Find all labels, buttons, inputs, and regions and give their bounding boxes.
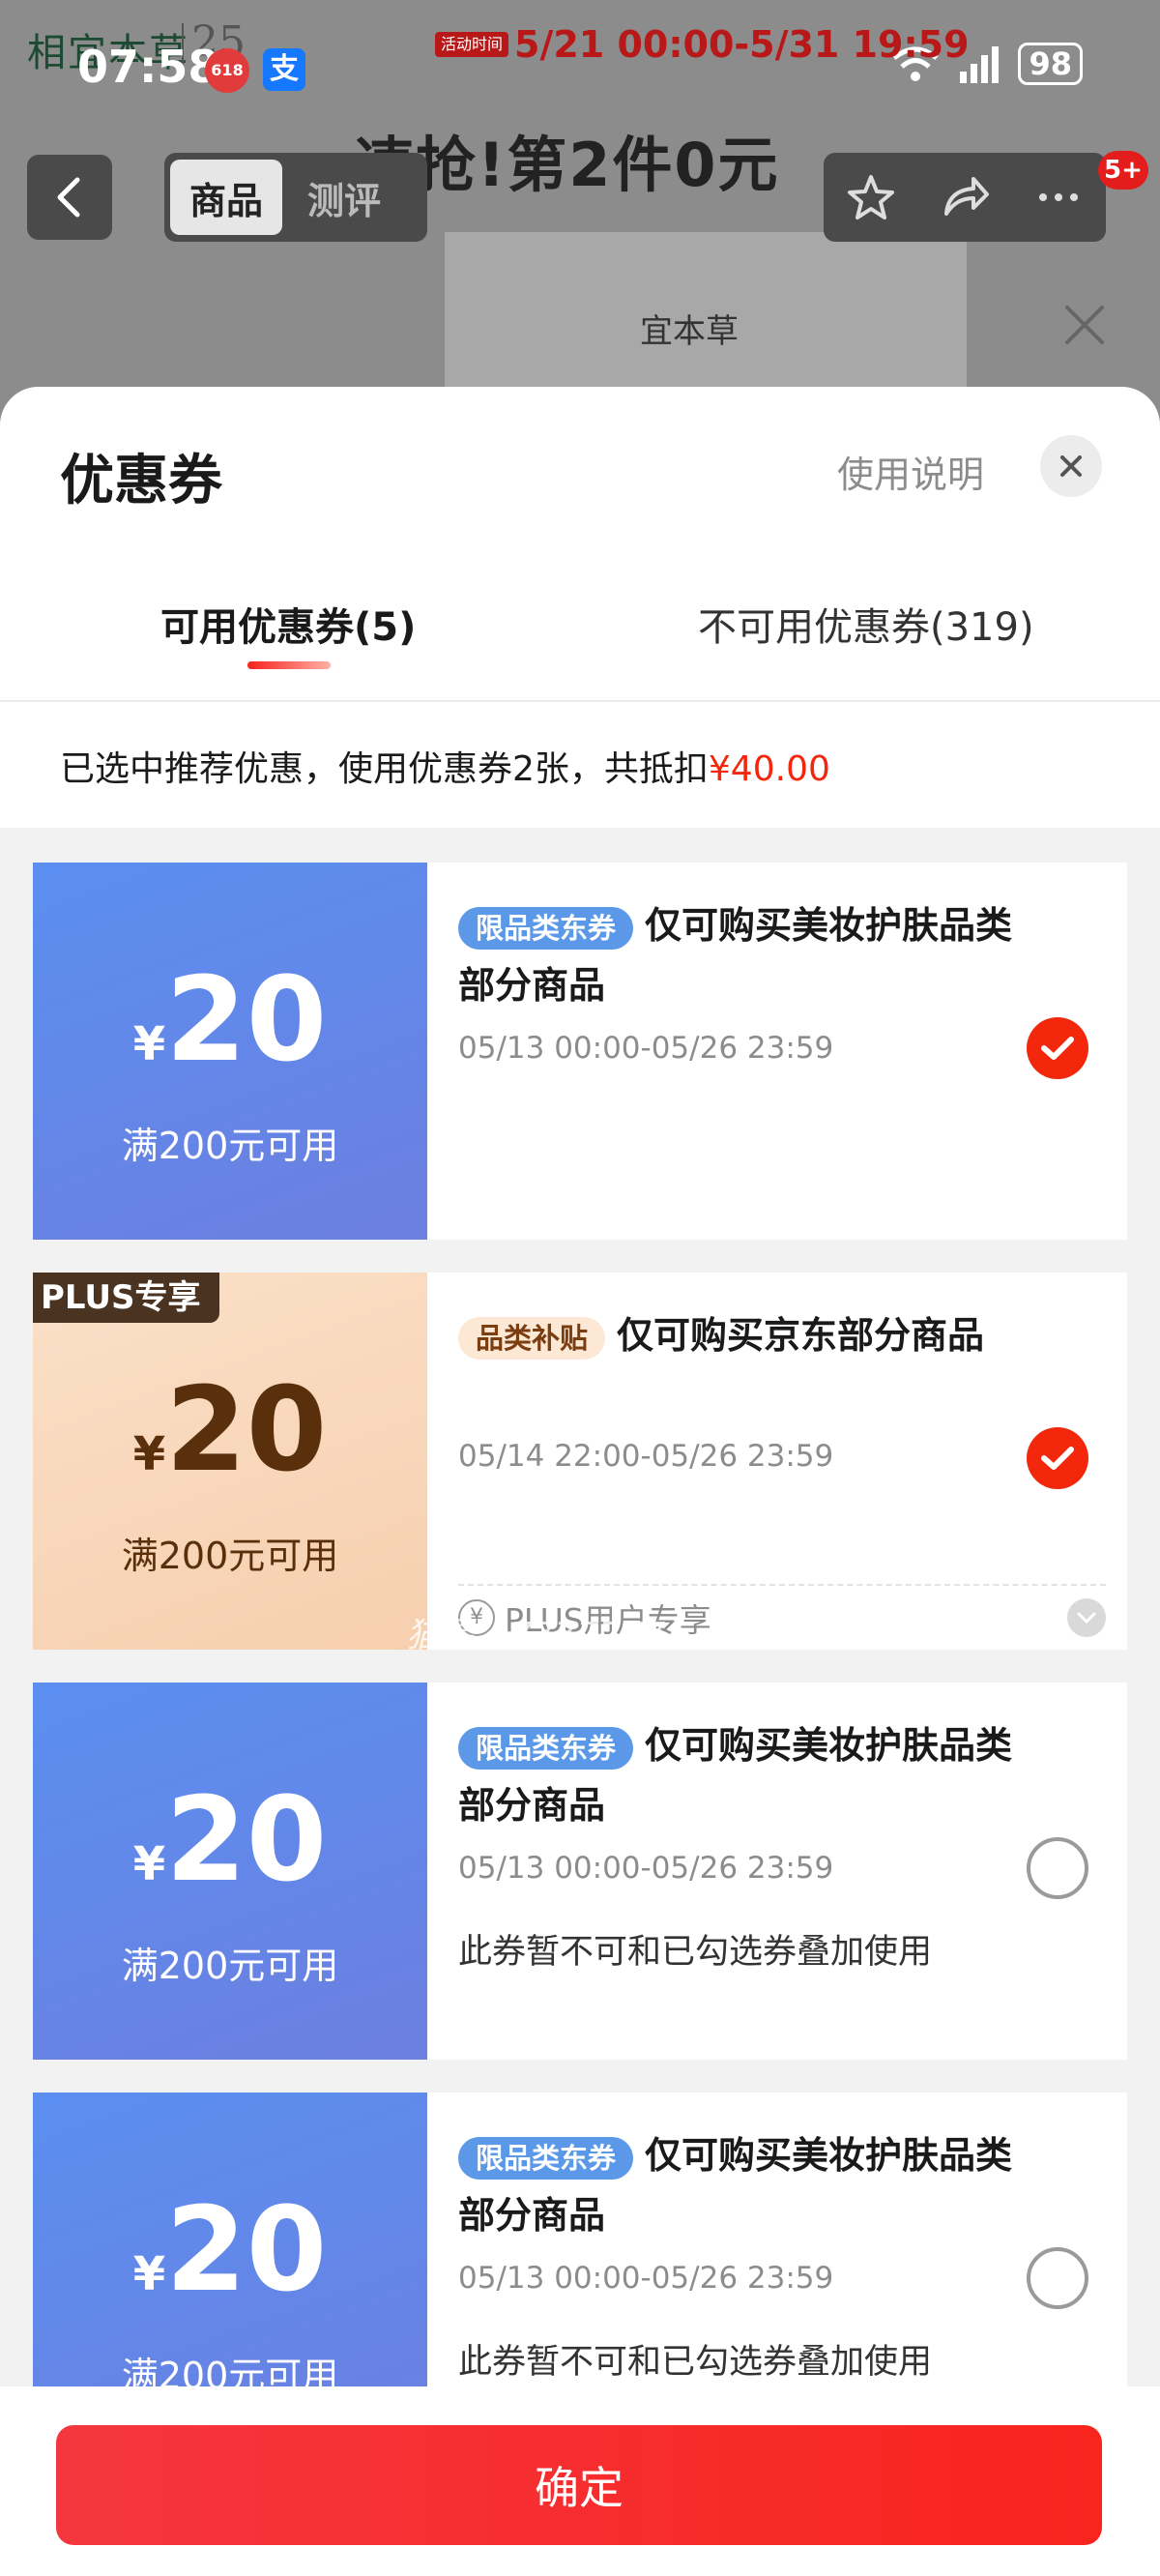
summary-text: 已选中推荐优惠，使用优惠券2张，共抵扣 bbox=[60, 749, 709, 789]
product-logo: 宜本草 bbox=[640, 312, 739, 351]
coupon-checkbox[interactable] bbox=[1027, 1427, 1088, 1489]
background-product-page: 宜本草 相宜本草 25 07:58 618 支 98 活动时间 5/21 00:… bbox=[0, 0, 1160, 425]
coupon-value: ¥20 bbox=[33, 1373, 427, 1489]
promo-date: 活动时间 5/21 00:00-5/31 19:59 bbox=[435, 23, 970, 66]
coupon-details: 品类补贴 仅可购买京东部分商品 bbox=[458, 1305, 1116, 1365]
coupon-amount: 20 bbox=[165, 1363, 328, 1498]
coupon-amount: 20 bbox=[165, 2183, 328, 2318]
coupon-amount: 20 bbox=[165, 953, 328, 1088]
promo-date-text: 5/21 00:00-5/31 19:59 bbox=[514, 23, 970, 66]
coupon-details: 限品类东券 仅可购买美妆护肤品类部分商品 bbox=[458, 895, 1116, 1015]
coupon-description: 限品类东券 仅可购买美妆护肤品类部分商品 bbox=[458, 895, 1048, 1015]
bottom-bar: 确定 bbox=[0, 2386, 1160, 2576]
coupon-details: 限品类东券 仅可购买美妆护肤品类部分商品 bbox=[458, 1715, 1116, 1835]
coupon-currency: ¥ bbox=[132, 1427, 166, 1481]
coupon-description-text: 仅可购买京东部分商品 bbox=[617, 1314, 985, 1357]
coupon-currency: ¥ bbox=[132, 2247, 166, 2301]
star-icon[interactable] bbox=[845, 171, 897, 223]
active-tab-indicator bbox=[247, 661, 331, 669]
status-time: 07:58 bbox=[77, 41, 219, 93]
coupon-tag: 限品类东券 bbox=[458, 906, 634, 950]
coupon-checkbox[interactable] bbox=[1027, 2247, 1088, 2309]
coupon-value-panel: ¥20 满200元可用 bbox=[33, 1683, 427, 2060]
coupon-threshold: 满200元可用 bbox=[121, 1535, 339, 1577]
check-icon bbox=[1041, 1447, 1074, 1470]
sheet-title: 优惠券 bbox=[60, 450, 222, 512]
coupon-sheet: 优惠券 使用说明 可用优惠券(5) 不可用优惠券(319) 已选中推荐优惠，使用… bbox=[0, 387, 1160, 2576]
coupon-validity: 05/13 00:00-05/26 23:59 bbox=[458, 1851, 834, 1886]
coupon-currency: ¥ bbox=[132, 1837, 166, 1891]
coupon-currency: ¥ bbox=[132, 1017, 166, 1071]
coupon-tag: 限品类东券 bbox=[458, 2136, 634, 2180]
plus-exclusive-badge: PLUS专享 bbox=[33, 1273, 220, 1323]
coupon-card[interactable]: ¥20 满200元可用 限品类东券 仅可购买美妆护肤品类部分商品 05/13 00… bbox=[33, 1683, 1127, 2060]
coupon-description: 限品类东券 仅可购买美妆护肤品类部分商品 bbox=[458, 1715, 1048, 1835]
coupon-threshold: 满200元可用 bbox=[121, 1945, 339, 1987]
close-sheet-button[interactable] bbox=[1040, 435, 1102, 497]
coupon-validity: 05/14 22:00-05/26 23:59 bbox=[458, 1439, 834, 1474]
coupon-tag: 品类补贴 bbox=[458, 1316, 606, 1360]
coupon-value: ¥20 bbox=[33, 2193, 427, 2309]
close-icon[interactable] bbox=[1059, 300, 1110, 350]
battery-indicator: 98 bbox=[1018, 43, 1083, 85]
coupon-value-panel: ¥20 满200元可用 bbox=[33, 863, 427, 1240]
alipay-icon: 支 bbox=[263, 48, 305, 91]
coupon-checkbox[interactable] bbox=[1027, 1837, 1088, 1899]
sheet-header: 优惠券 使用说明 可用优惠券(5) 不可用优惠券(319) 已选中推荐优惠，使用… bbox=[0, 387, 1160, 828]
coupon-checkbox[interactable] bbox=[1027, 1017, 1088, 1079]
share-icon[interactable] bbox=[939, 171, 991, 223]
coupon-tag: 限品类东券 bbox=[458, 1726, 634, 1770]
product-actions bbox=[824, 153, 1106, 242]
more-icon[interactable] bbox=[1032, 171, 1085, 223]
tab-products[interactable]: 商品 bbox=[170, 160, 283, 235]
coupon-card[interactable]: ¥20 满200元可用 PLUS专享 品类补贴 仅可购买京东部分商品 05/14 … bbox=[33, 1273, 1127, 1650]
chevron-down-icon[interactable] bbox=[1067, 1598, 1106, 1637]
coupon-value: ¥20 bbox=[33, 963, 427, 1079]
back-icon bbox=[57, 177, 80, 218]
cart-badge: 5+ bbox=[1098, 151, 1148, 190]
coupon-stacking-note: 此券暂不可和已勾选券叠加使用 bbox=[458, 1933, 933, 1972]
promo-tag: 活动时间 bbox=[435, 32, 509, 57]
summary-amount: ¥40.00 bbox=[708, 749, 830, 789]
coupon-stacking-note: 此券暂不可和已勾选券叠加使用 bbox=[458, 2343, 933, 2382]
usage-instructions-link[interactable]: 使用说明 bbox=[837, 445, 984, 498]
coupon-threshold: 满200元可用 bbox=[121, 1125, 339, 1167]
coupon-amount: 20 bbox=[165, 1773, 328, 1908]
tab-unavailable-coupons[interactable]: 不可用优惠券(319) bbox=[698, 596, 1034, 652]
tab-available-coupons[interactable]: 可用优惠券(5) bbox=[160, 596, 416, 652]
divider bbox=[0, 700, 1160, 702]
coupon-description: 品类补贴 仅可购买京东部分商品 bbox=[458, 1305, 1048, 1365]
tab-reviews[interactable]: 测评 bbox=[288, 160, 400, 235]
close-icon bbox=[1060, 455, 1082, 477]
coupon-description: 限品类东券 仅可购买美妆护肤品类部分商品 bbox=[458, 2125, 1048, 2245]
coupon-list: ¥20 满200元可用 限品类东券 仅可购买美妆护肤品类部分商品 05/13 00… bbox=[33, 863, 1127, 2503]
coupon-value-panel: ¥20 满200元可用 bbox=[33, 1273, 427, 1650]
coupon-value: ¥20 bbox=[33, 1783, 427, 1899]
app-618-icon: 618 bbox=[205, 48, 249, 93]
coupon-validity: 05/13 00:00-05/26 23:59 bbox=[458, 1031, 834, 1066]
coupon-details: 限品类东券 仅可购买美妆护肤品类部分商品 bbox=[458, 2125, 1116, 2245]
confirm-button[interactable]: 确定 bbox=[56, 2425, 1102, 2545]
back-button[interactable] bbox=[27, 155, 112, 240]
watermark: 猫星人7777777 bbox=[406, 1616, 666, 1655]
coupon-card[interactable]: ¥20 满200元可用 限品类东券 仅可购买美妆护肤品类部分商品 05/13 00… bbox=[33, 863, 1127, 1240]
product-nav-tabs: 商品 测评 bbox=[164, 153, 427, 242]
check-icon bbox=[1041, 1037, 1074, 1060]
selection-summary: 已选中推荐优惠，使用优惠券2张，共抵扣¥40.00 bbox=[60, 741, 830, 791]
coupon-validity: 05/13 00:00-05/26 23:59 bbox=[458, 2261, 834, 2296]
